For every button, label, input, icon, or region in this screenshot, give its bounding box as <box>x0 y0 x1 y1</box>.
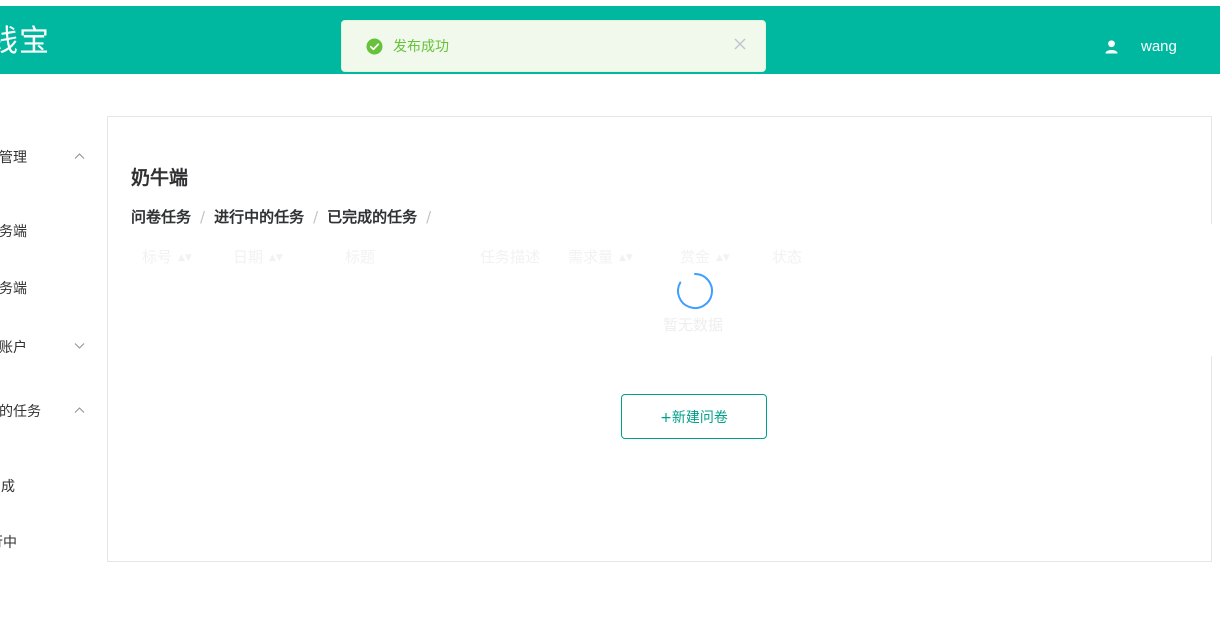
user-menu[interactable]: wang <box>1104 36 1177 56</box>
empty-placeholder: 暂无数据 <box>663 316 724 334</box>
column-label: 赏金 <box>680 248 711 266</box>
sidebar-item-in-progress[interactable]: 行中 <box>0 515 108 571</box>
column-label: 任务描述 <box>480 248 541 266</box>
column-header-status: 状态 <box>772 246 802 267</box>
sidebar-item-label: 管理 <box>0 150 27 166</box>
column-header-description: 任务描述 <box>480 246 540 267</box>
sidebar-item-task-side-2[interactable]: 务端 <box>0 261 108 317</box>
breadcrumb-separator: / <box>200 207 206 226</box>
success-toast: 发布成功 <box>341 20 766 72</box>
sidebar-item-label: 成 <box>1 479 15 495</box>
column-header-quantity[interactable]: 需求量 ▲▼ <box>568 246 633 267</box>
sidebar-item-label: 账户 <box>0 340 27 356</box>
chevron-up-icon <box>74 153 85 159</box>
loading-spinner-icon <box>677 273 714 309</box>
column-label: 需求量 <box>568 248 614 266</box>
sort-icon[interactable]: ▲▼ <box>178 253 192 263</box>
new-survey-button[interactable]: +新建问卷 <box>621 394 767 439</box>
chevron-down-icon <box>74 343 85 349</box>
breadcrumb-separator: / <box>426 207 432 226</box>
sidebar-item-label: 务端 <box>0 281 27 297</box>
breadcrumb-separator: / <box>313 207 319 226</box>
toast-message: 发布成功 <box>393 39 449 55</box>
sidebar-item-label: 的任务 <box>0 404 41 420</box>
sidebar-item-label: 行中 <box>0 535 17 551</box>
sort-icon[interactable]: ▲▼ <box>269 253 283 263</box>
sidebar-item-task-side-1[interactable]: 务端 <box>0 204 108 260</box>
user-icon <box>1105 39 1118 54</box>
column-label: 日期 <box>233 248 264 266</box>
column-header-date[interactable]: 日期 ▲▼ <box>233 246 283 267</box>
sort-icon[interactable]: ▲▼ <box>716 253 730 263</box>
sidebar-item-my-tasks[interactable]: 的任务 <box>0 384 108 440</box>
column-header-title: 标题 <box>345 246 375 267</box>
sidebar-item-account[interactable]: 账户 <box>0 320 108 376</box>
chevron-up-icon <box>74 407 85 413</box>
column-label: 标号 <box>142 248 173 266</box>
column-header-id[interactable]: 标号 ▲▼ <box>142 246 192 267</box>
brand-logo[interactable]: 钱宝 <box>0 24 50 60</box>
sidebar-menu: 管理 务端 务端 账户 的任务 成 行中 <box>0 116 108 562</box>
close-icon[interactable] <box>733 37 747 51</box>
sidebar-item-completed[interactable]: 成 <box>0 459 108 515</box>
sidebar-item-management[interactable]: 管理 <box>0 130 108 186</box>
sidebar-item-label: 务端 <box>0 224 27 240</box>
column-header-reward[interactable]: 赏金 ▲▼ <box>680 246 730 267</box>
user-name: wang <box>1141 37 1177 55</box>
column-label: 状态 <box>772 248 803 266</box>
task-table: 标号 ▲▼ 日期 ▲▼ 标题 任务描述 需求量 ▲▼ 赏金 ▲▼ 状态 暂无数据 <box>132 224 1220 356</box>
sort-icon[interactable]: ▲▼ <box>619 253 633 263</box>
check-circle-icon <box>366 37 383 55</box>
column-label: 标题 <box>345 248 376 266</box>
page-title: 奶牛端 <box>131 167 189 189</box>
